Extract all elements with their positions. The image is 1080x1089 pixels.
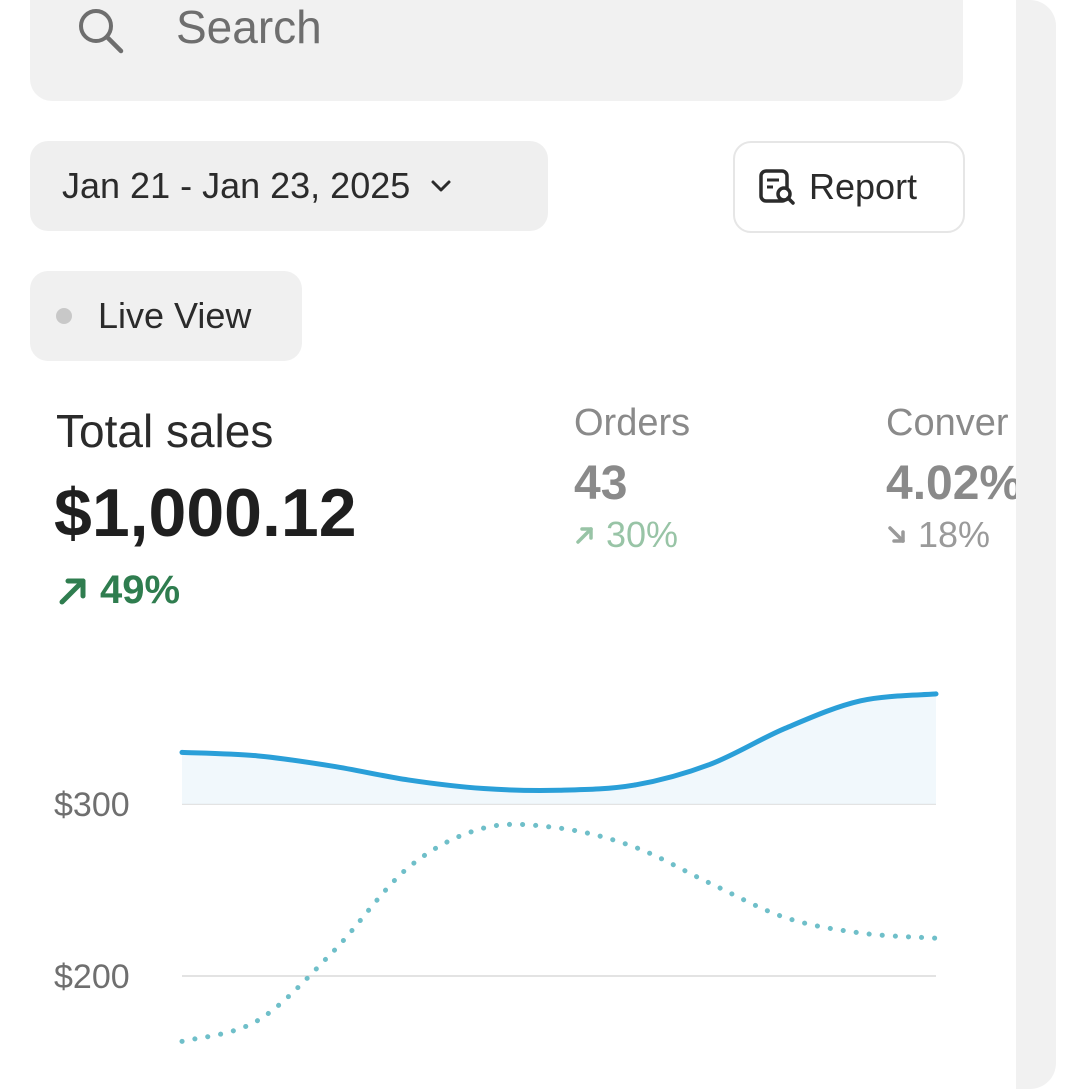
arrow-up-right-icon <box>59 578 86 604</box>
total-sales-delta-value: 49% <box>100 568 181 612</box>
chevron-down-icon <box>431 180 451 192</box>
date-range-picker[interactable]: Jan 21 - Jan 23, 2025 <box>30 141 548 231</box>
report-icon <box>759 169 795 205</box>
conversion-delta: 18% <box>886 514 990 556</box>
live-status-dot <box>56 308 72 324</box>
y-tick-label: $200 <box>54 958 130 996</box>
live-view-label: Live View <box>98 295 252 336</box>
search-input[interactable]: Search <box>176 0 322 54</box>
metrics-row: Total sales $1,000.12 49% Orders 43 30% … <box>0 390 1016 620</box>
total-sales-value: $1,000.12 <box>54 475 357 551</box>
total-sales-label: Total sales <box>56 405 274 457</box>
orders-delta-value: 30% <box>606 514 679 555</box>
search-bar[interactable]: Search <box>30 0 963 101</box>
live-view-button[interactable]: Live View <box>30 271 302 361</box>
search-icon <box>79 9 124 54</box>
y-tick-label: $300 <box>54 786 130 824</box>
orders-label: Orders <box>574 402 691 444</box>
arrow-up-right-icon <box>576 527 593 544</box>
conversion-value: 4.02% <box>886 457 1016 510</box>
report-button[interactable]: Report <box>733 141 965 233</box>
series-line-previous <box>179 821 939 1044</box>
sales-chart: $300 $200 <box>54 691 939 1044</box>
orders-value: 43 <box>574 457 628 510</box>
conversion-delta-value: 18% <box>918 514 991 555</box>
arrow-down-right-icon <box>888 526 905 543</box>
report-label: Report <box>809 166 918 207</box>
adjacent-panel-edge <box>1016 0 1056 1089</box>
orders-delta: 30% <box>574 514 678 556</box>
total-sales-delta: 49% <box>56 568 180 613</box>
date-range-label: Jan 21 - Jan 23, 2025 <box>62 165 411 206</box>
conversion-label: Conver <box>886 402 1009 444</box>
